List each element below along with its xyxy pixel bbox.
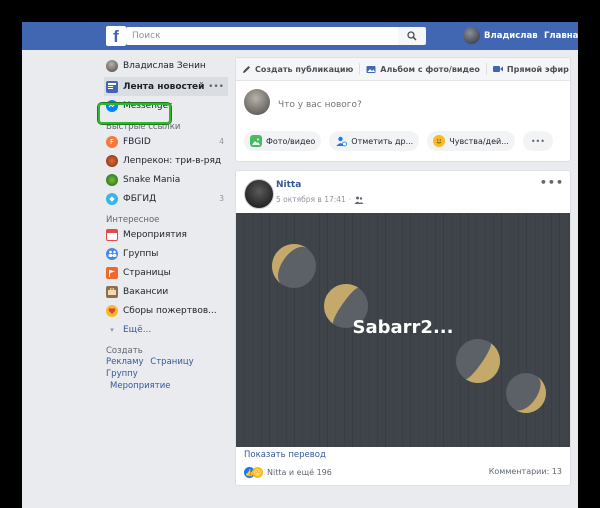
post-author-link[interactable]: Nitta (276, 180, 301, 190)
album-icon (366, 65, 376, 73)
sidebar-item-label: Лепрекон: три-в-ряд (123, 155, 222, 166)
tab-label: Альбом с фото/видео (380, 64, 480, 74)
create-ad-link[interactable]: Рекламу (106, 357, 144, 367)
groups-icon (106, 247, 118, 260)
tab-create-post[interactable]: Создать публикацию (236, 63, 361, 75)
top-navigation-bar: f Владислав Главная (22, 22, 578, 50)
explore-header: Интересное (106, 215, 160, 225)
reactions-summary[interactable]: 👍 😮 Nitta и ещё 196 (244, 467, 332, 478)
sidebar-item-snake-mania[interactable]: Snake Mania (104, 170, 228, 189)
sidebar-item-leprechaun-game[interactable]: Лепрекон: три-в-ряд (104, 151, 228, 170)
top-profile-link[interactable]: Владислав (463, 27, 538, 44)
pill-label: Отметить др... (351, 136, 414, 146)
flag-icon (106, 266, 118, 279)
more-options-icon: ••• (530, 136, 545, 146)
create-header: Создать (106, 346, 143, 356)
composer-more-button[interactable]: ••• (522, 131, 553, 151)
create-event-link[interactable]: Мероприятие (110, 381, 170, 391)
create-page-link[interactable]: Страницу (150, 357, 193, 367)
sidebar-item-pages[interactable]: Страницы (104, 263, 228, 282)
sidebar-item-fbgid[interactable]: F FBGID 4 (104, 132, 228, 151)
sidebar-item-fundraisers[interactable]: Сборы пожертвов... (104, 301, 228, 320)
avatar[interactable] (244, 179, 274, 209)
more-options-icon[interactable]: ••• (208, 82, 224, 92)
sidebar-item-label: FBGID (123, 136, 151, 147)
smiley-icon (433, 135, 446, 147)
search-input[interactable] (126, 27, 404, 45)
post-image-caption: Sabarr2... (352, 317, 454, 338)
leprechaun-game-icon (106, 154, 118, 167)
avatar (244, 89, 270, 115)
post-options-button[interactable]: ••• (540, 176, 564, 189)
fbgid-ru-icon: ◆ (106, 192, 118, 205)
reactions-text: Nitta и ещё 196 (267, 468, 332, 477)
show-translation-link[interactable]: Показать перевод (244, 450, 326, 460)
sidebar-item-label: Ещё... (123, 324, 152, 335)
pill-label: Чувства/дей... (449, 136, 509, 146)
tag-friends-button[interactable]: Отметить др... (329, 131, 420, 151)
sidebar-item-more[interactable]: ▾ Ещё... (104, 320, 228, 339)
composer-input[interactable] (276, 99, 480, 111)
sidebar-item-jobs[interactable]: Вакансии (104, 282, 228, 301)
photo-video-button[interactable]: Фото/видео (244, 131, 322, 151)
video-camera-icon (492, 66, 503, 72)
sidebar-item-label: Группы (123, 248, 159, 259)
sidebar-item-label: Вакансии (123, 286, 169, 297)
sidebar-item-label: ФБГИД (123, 193, 157, 204)
sidebar-item-news-feed[interactable]: Лента новостей ••• (104, 77, 228, 96)
search-icon (407, 31, 417, 41)
composer-actions: Фото/видео Отметить др... Чувства/дей...… (236, 131, 570, 151)
sidebar-item-events[interactable]: Мероприятия (104, 225, 228, 244)
create-links: Рекламу Страницу Группу Мероприятие (104, 356, 228, 392)
tab-label: Прямой эфир (506, 64, 569, 74)
create-group-link[interactable]: Группу (106, 369, 138, 379)
photo-icon (250, 135, 262, 147)
sidebar-item-label: Snake Mania (123, 174, 181, 185)
post-timestamp[interactable]: 5 октября в 17:41 (276, 195, 346, 204)
pencil-icon (243, 65, 250, 73)
composer-body (236, 81, 570, 131)
notification-count: 3 (219, 194, 224, 203)
fbgid-icon: F (106, 135, 118, 148)
tab-photo-album[interactable]: Альбом с фото/видео (360, 63, 487, 75)
sidebar-item-label: Страницы (123, 267, 171, 278)
home-link[interactable]: Главная (544, 31, 578, 41)
sidebar-item-label: Лента новостей (123, 81, 205, 92)
wow-icon: 😮 (252, 467, 263, 478)
sidebar-item-groups[interactable]: Группы (104, 244, 228, 263)
search-button[interactable] (398, 27, 426, 45)
news-feed-icon (106, 80, 118, 93)
sidebar-item-label: Владислав Зенин (123, 60, 206, 71)
calendar-icon (106, 228, 118, 241)
avatar (106, 59, 118, 72)
tab-live-video[interactable]: Прямой эфир (487, 63, 575, 75)
sidebar-item-label: Сборы пожертвов... (123, 305, 217, 316)
browser-viewport: f Владислав Главная Владислав Зенин Лент… (22, 22, 578, 508)
post-composer: Создать публикацию Альбом с фото/видео П… (235, 57, 571, 162)
chevron-down-icon: ▾ (110, 325, 114, 334)
sidebar-item-profile[interactable]: Владислав Зенин (104, 56, 228, 75)
notification-count: 4 (219, 137, 224, 146)
sidebar-item-label: Мероприятия (123, 229, 187, 240)
facebook-logo[interactable]: f (106, 26, 126, 46)
top-user-name: Владислав (484, 30, 538, 41)
tag-friends-icon (335, 135, 347, 147)
feed-post: Nitta 5 октября в 17:41 · ••• Sabarr2...… (235, 170, 571, 486)
feeling-activity-button[interactable]: Чувства/дей... (427, 131, 515, 151)
comments-count-link[interactable]: Комментарии: 13 (489, 467, 562, 476)
post-meta: 5 октября в 17:41 · (276, 195, 364, 204)
snake-mania-icon (106, 173, 118, 186)
composer-tabs: Создать публикацию Альбом с фото/видео П… (236, 58, 570, 81)
post-image[interactable]: Sabarr2... (236, 213, 570, 447)
pill-label: Фото/видео (266, 136, 316, 146)
sidebar-item-fbgid-ru[interactable]: ◆ ФБГИД 3 (104, 189, 228, 208)
tab-label: Создать публикацию (255, 64, 354, 74)
separator: · (348, 195, 352, 204)
friends-icon[interactable] (354, 196, 364, 204)
fundraiser-icon (106, 304, 118, 317)
briefcase-icon (106, 285, 118, 298)
avatar (463, 27, 480, 44)
messenger-highlight-frame (98, 103, 171, 124)
